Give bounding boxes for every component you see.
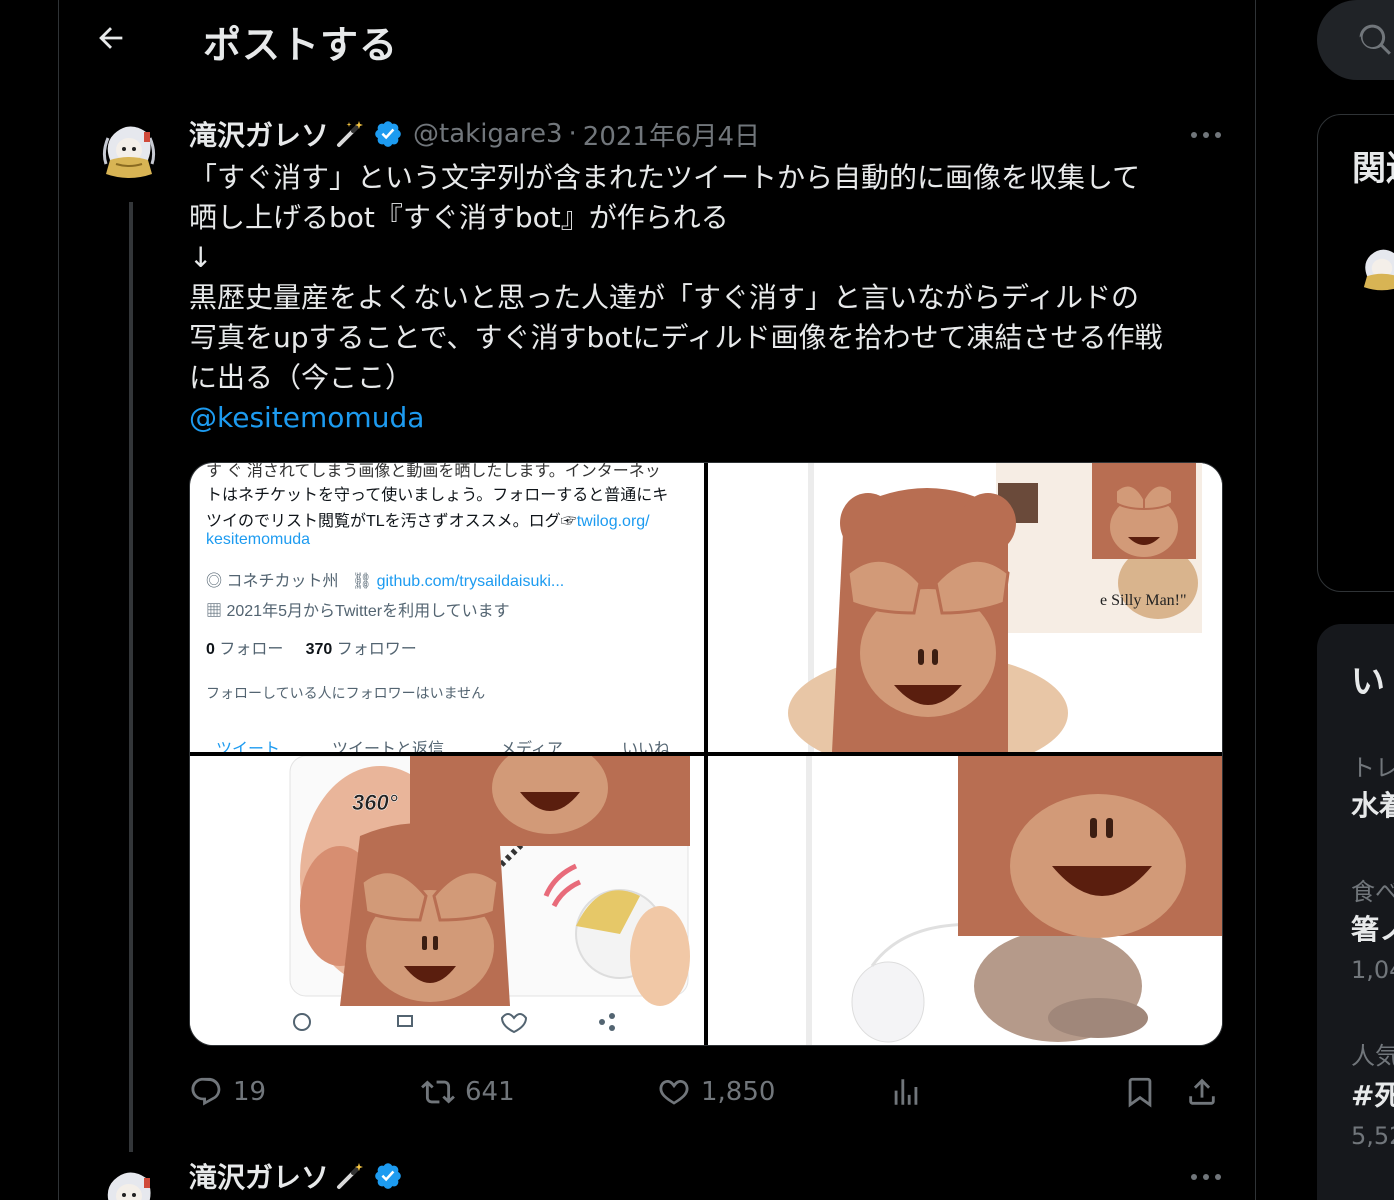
search-input[interactable] xyxy=(1317,0,1394,80)
media-image-product-3[interactable] xyxy=(708,756,1222,1045)
bio-link: kesitemomuda xyxy=(206,531,311,548)
more-dots-icon xyxy=(1191,132,1221,138)
profile-tab: ツイートと返信 xyxy=(332,741,445,752)
related-panel: 関連 xyxy=(1317,114,1394,592)
page-title: ポストする xyxy=(203,23,399,67)
trend-context: 食べ xyxy=(1351,878,1394,906)
thread-connector xyxy=(129,202,133,1152)
link-icon: ⛓ xyxy=(351,573,373,590)
follower-note: フォローしている人にフォロワーはいません xyxy=(206,685,486,701)
profile-tab: ツイート xyxy=(216,741,281,752)
tweet-header: 滝沢ガレソ @takigare3 · 2021年6月4日 xyxy=(189,114,760,154)
mention-link[interactable]: @kesitemomuda xyxy=(189,401,424,434)
back-button[interactable] xyxy=(85,14,137,62)
trends-panel: い トレ 水着 食べ 箸ノ 1,04 人気 #死 5,52 xyxy=(1317,624,1394,1200)
tweet-date[interactable]: 2021年6月4日 xyxy=(583,116,760,153)
tweet-text-line: 「すぐ消す」という文字列が含まれたツイートから自動的に画像を収集して xyxy=(189,161,1141,194)
reply-button[interactable]: 19 xyxy=(189,1066,266,1118)
trend-count: 5,52 xyxy=(1351,1122,1394,1150)
right-sidebar: 関連 い トレ 水着 食べ 箸ノ 1,04 人気 #死 5,52 xyxy=(1256,0,1394,1200)
primary-column: ポストする 滝沢ガレソ @takigare3 · 2021年6月4日 「すぐ消す… xyxy=(58,0,1256,1200)
bio-text: す ぐ 消されてしまう画像と動画を晒したします。インターネッ xyxy=(206,463,661,480)
product-label: e Silly Man!" xyxy=(1100,592,1187,609)
magic-wand-icon xyxy=(337,121,364,147)
verified-badge-icon[interactable] xyxy=(373,1161,403,1191)
tweet-body: 「すぐ消す」という文字列が含まれたツイートから自動的に画像を収集して 晒し上げる… xyxy=(189,158,1229,438)
author-avatar[interactable] xyxy=(96,1164,162,1200)
repost-icon xyxy=(421,1080,455,1104)
more-options-button[interactable] xyxy=(1185,120,1227,150)
repost-button[interactable]: 641 xyxy=(421,1066,515,1118)
see-no-evil-monkey-icon xyxy=(340,823,510,1006)
profile-tab: メディア xyxy=(500,741,563,752)
tweet-text-line: ↓ xyxy=(189,241,213,274)
verified-badge-icon[interactable] xyxy=(373,119,403,149)
media-grid: す ぐ 消されてしまう画像と動画を晒したします。インターネッ トはネチケットを守… xyxy=(189,462,1223,1046)
media-image-profile-screenshot[interactable]: す ぐ 消されてしまう画像と動画を晒したします。インターネッ トはネチケットを守… xyxy=(190,463,704,752)
location-icon: ◎ xyxy=(206,573,223,590)
tweet-text-line: に出る（今ここ） xyxy=(189,361,414,394)
panel-heading: い xyxy=(1351,662,1385,702)
page-header: ポストする xyxy=(59,0,1255,76)
product-badge: 360° xyxy=(352,790,398,815)
tweet-text-line: 晒し上げるbot『すぐ消すbot』が作られる xyxy=(189,201,729,234)
author-handle[interactable]: @takigare3 xyxy=(413,119,563,149)
trend-name[interactable]: 水着 xyxy=(1351,784,1394,824)
author-name[interactable]: 滝沢ガレソ xyxy=(189,1156,329,1196)
media-image-product-2[interactable]: 360° xyxy=(190,756,704,1045)
trend-context: トレ xyxy=(1351,754,1394,782)
views-button[interactable] xyxy=(889,1066,923,1118)
trend-count: 1,04 xyxy=(1351,956,1394,984)
calendar-icon: ▦ xyxy=(206,603,223,620)
tweet-text-line: 写真をupすることで、すぐ消すbotにディルド画像を拾わせて凍結させる作戦 xyxy=(189,321,1163,354)
reply-icon xyxy=(191,1077,221,1106)
see-no-evil-monkey-icon xyxy=(1092,463,1196,559)
profile-joined: ▦ 2021年5月からTwitterを利用しています xyxy=(206,603,510,620)
search-icon xyxy=(1359,24,1391,55)
trend-name[interactable]: #死 xyxy=(1351,1074,1394,1114)
more-dots-icon xyxy=(1191,1174,1221,1180)
share-button[interactable] xyxy=(1185,1066,1219,1118)
tweet-text-line: 黒歴史量産をよくないと思った人達が「すぐ消す」と言いながらディルドの xyxy=(189,281,1140,314)
heart-icon xyxy=(659,1079,689,1105)
tweet-actions: 19 641 1,850 xyxy=(189,1066,1229,1118)
panel-heading: 関連 xyxy=(1352,149,1394,189)
bio-text: トはネチケットを守って使いましょう。フォローすると普通にキ xyxy=(206,487,669,504)
more-options-button[interactable] xyxy=(1185,1162,1227,1192)
like-count: 1,850 xyxy=(701,1077,776,1107)
analytics-bar-icon xyxy=(894,1079,918,1105)
follow-counts: 0 フォロー 370 フォロワー xyxy=(206,641,417,658)
like-button[interactable]: 1,850 xyxy=(657,1066,775,1118)
separator-dot: · xyxy=(568,119,577,149)
magic-wand-icon xyxy=(337,1163,364,1189)
see-no-evil-monkey-icon xyxy=(832,488,1016,752)
author-avatar[interactable] xyxy=(96,118,162,184)
repost-count: 641 xyxy=(465,1077,515,1107)
bio-text: ツイのでリスト閲覧がTLを汚さずオススメ。ログ☞twilog.org/ xyxy=(206,513,650,530)
related-avatar[interactable] xyxy=(1356,243,1394,295)
see-no-evil-monkey-icon xyxy=(958,756,1222,938)
media-image-product-1[interactable]: e Silly Man!" xyxy=(708,463,1222,752)
reply-count: 19 xyxy=(233,1077,267,1107)
profile-tab: いいね xyxy=(622,741,671,752)
tweet-header: 滝沢ガレソ xyxy=(189,1156,403,1196)
trend-context: 人気 xyxy=(1351,1042,1394,1070)
share-icon xyxy=(1189,1078,1215,1105)
bookmark-icon xyxy=(1128,1077,1152,1108)
arrow-left-icon xyxy=(99,27,123,49)
trend-name[interactable]: 箸ノ xyxy=(1351,908,1394,948)
bookmark-button[interactable] xyxy=(1123,1066,1157,1118)
profile-meta: ◎ コネチカット州 ⛓ github.com/trysaildaisuki... xyxy=(206,573,565,590)
author-name[interactable]: 滝沢ガレソ xyxy=(189,114,329,154)
